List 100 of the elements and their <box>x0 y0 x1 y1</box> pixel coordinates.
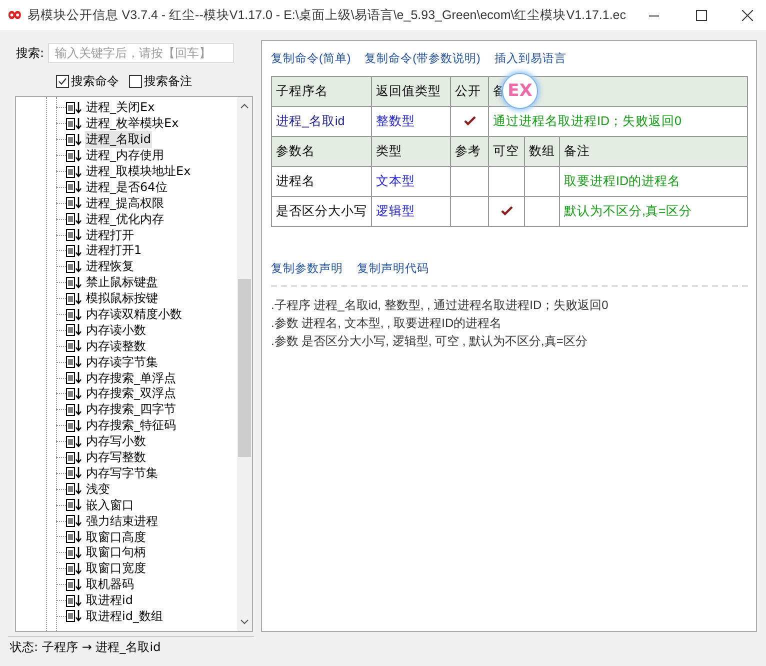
tree-item[interactable]: 进程_优化内存 <box>85 210 165 228</box>
tree-item[interactable]: 进程_名取id <box>85 131 152 148</box>
document-arrow-icon <box>66 546 82 559</box>
copy-link[interactable]: 复制声明代码 <box>357 260 429 276</box>
document-arrow-icon <box>66 610 82 622</box>
tree-item[interactable]: 取进程id <box>85 592 134 610</box>
tree-item[interactable]: 进程_取模块地址Ex <box>85 163 192 180</box>
window-title: 易模块公开信息 V3.7.4 - 红尘--模块V1.17.0 - E:\桌面上级\易语言\e_5.93_Green\ecom\红尘模块V1.17.1.ec <box>27 6 626 24</box>
tree-item[interactable]: 内存搜索_单浮点 <box>85 370 177 387</box>
table-cell: 默认为不区分,真=区分 <box>560 196 748 226</box>
copy-link[interactable]: 复制命令(简单) <box>271 50 351 66</box>
column-header: 类型 <box>372 136 450 166</box>
document-arrow-icon <box>66 276 82 289</box>
document-arrow-icon <box>66 436 82 448</box>
tree-item[interactable]: 浅变 <box>85 480 111 498</box>
document-arrow-icon <box>66 594 82 607</box>
document-arrow-icon <box>66 292 82 305</box>
tree-item[interactable]: 进程_关闭Ex <box>85 99 156 116</box>
tree-item[interactable]: 取机器码 <box>85 576 135 594</box>
tree-item[interactable]: 取窗口宽度 <box>85 560 147 578</box>
document-arrow-icon <box>66 356 82 368</box>
tree-item[interactable]: 取进程id_数组 <box>85 608 164 625</box>
tree-item[interactable]: 进程打开 <box>85 226 135 244</box>
search-label: 搜索: <box>16 44 44 62</box>
document-arrow-icon <box>66 340 82 352</box>
document-arrow-icon <box>66 372 82 384</box>
table-cell: 取要进程ID的进程名 <box>560 166 748 196</box>
column-header: 可空 <box>488 136 524 166</box>
filter-checkbox[interactable]: 搜索备注 <box>129 72 192 90</box>
column-header: 参数名 <box>272 136 372 166</box>
checkmark-icon <box>58 76 67 86</box>
column-header: 数组 <box>524 136 560 166</box>
tree-item[interactable]: 内存写整数 <box>85 449 147 466</box>
document-arrow-icon <box>66 166 82 178</box>
document-arrow-icon <box>66 134 82 146</box>
app-logo-icon <box>8 9 22 21</box>
document-arrow-icon <box>66 388 82 400</box>
document-arrow-icon <box>66 150 82 162</box>
tree-item[interactable]: 禁止鼠标键盘 <box>85 274 159 292</box>
tree-item[interactable]: 嵌入窗口 <box>85 496 135 514</box>
document-arrow-icon <box>66 562 82 575</box>
code-line: .参数 是否区分大小写, 逻辑型, 可空 , 默认为不区分,真=区分 <box>271 333 588 349</box>
copy-link[interactable]: 复制参数声明 <box>271 260 343 276</box>
column-header: 子程序名 <box>272 76 372 106</box>
tree-item[interactable]: 内存搜索_特征码 <box>85 417 177 434</box>
tree-item[interactable]: 进程恢复 <box>85 258 135 276</box>
code-line: .子程序 进程_名取id, 整数型, , 通过进程名取进程ID；失败返回0 <box>271 297 610 313</box>
column-header: 参考 <box>450 136 488 166</box>
tree-item[interactable]: 内存写字节集 <box>85 464 159 482</box>
table-cell: 是否区分大小写 <box>272 196 372 226</box>
status-label: 状态: <box>10 638 38 656</box>
document-arrow-icon <box>66 308 82 321</box>
tree-item[interactable]: 进程_是否64位 <box>85 178 168 196</box>
document-arrow-icon <box>66 118 82 130</box>
table-cell: 逻辑型 <box>372 196 450 226</box>
tree-item[interactable]: 取窗口句柄 <box>85 544 147 562</box>
status-text: 子程序 → 进程_名取id <box>42 638 161 656</box>
tree-item[interactable]: 进程_提高权限 <box>85 194 165 212</box>
document-arrow-icon <box>66 324 82 336</box>
copy-link[interactable]: 插入到易语言 <box>494 50 566 66</box>
tree-item[interactable]: 内存读字节集 <box>85 354 159 371</box>
document-arrow-icon <box>66 244 82 257</box>
tree-item[interactable]: 强力结束进程 <box>85 512 159 530</box>
tree-item[interactable]: 内存读小数 <box>85 322 147 339</box>
document-arrow-icon <box>66 260 82 273</box>
tree-item[interactable]: 进程打开1 <box>85 242 143 260</box>
tree-item[interactable]: 内存读整数 <box>85 338 147 355</box>
scrollbar[interactable] <box>237 97 252 631</box>
document-arrow-icon <box>66 213 82 226</box>
document-arrow-icon <box>66 499 82 512</box>
document-arrow-icon <box>66 578 82 591</box>
tree-item[interactable]: 进程_内存使用 <box>85 147 165 164</box>
document-arrow-icon <box>66 197 82 210</box>
filter-checkbox[interactable]: 搜索命令 <box>56 72 119 90</box>
document-arrow-icon <box>66 420 82 432</box>
document-arrow-icon <box>66 181 82 194</box>
tree-item[interactable]: 模拟鼠标按键 <box>85 290 159 308</box>
search-field[interactable]: 输入关键字后，请按【回车】 <box>48 43 234 63</box>
code-line: .参数 进程名, 文本型, , 取要进程ID的进程名 <box>271 315 503 331</box>
document-arrow-icon <box>66 483 82 496</box>
tree-item[interactable]: 内存写小数 <box>85 433 147 450</box>
tree-item[interactable]: 取窗口高度 <box>85 528 147 546</box>
document-arrow-icon <box>66 452 82 464</box>
document-arrow-icon <box>66 229 82 242</box>
column-header: 备注 <box>560 136 748 166</box>
document-arrow-icon <box>66 102 82 114</box>
tree-item[interactable]: 内存搜索_双浮点 <box>85 385 177 402</box>
scroll-up-icon[interactable] <box>240 103 249 109</box>
table-cell: 文本型 <box>372 166 450 196</box>
tree-item[interactable]: 内存读双精度小数 <box>85 306 183 324</box>
table-cell: 进程名 <box>272 166 372 196</box>
close-icon <box>742 10 754 20</box>
tree-item[interactable]: 内存搜索_四字节 <box>85 401 177 418</box>
document-arrow-icon <box>66 530 82 543</box>
column-header: 返回值类型 <box>372 76 450 106</box>
copy-link[interactable]: 复制命令(带参数说明) <box>364 50 480 66</box>
scroll-down-icon[interactable] <box>240 619 249 625</box>
tree-item[interactable]: 进程_枚举模块Ex <box>85 115 180 132</box>
document-arrow-icon <box>66 467 82 480</box>
column-header: 公开 <box>450 76 488 106</box>
